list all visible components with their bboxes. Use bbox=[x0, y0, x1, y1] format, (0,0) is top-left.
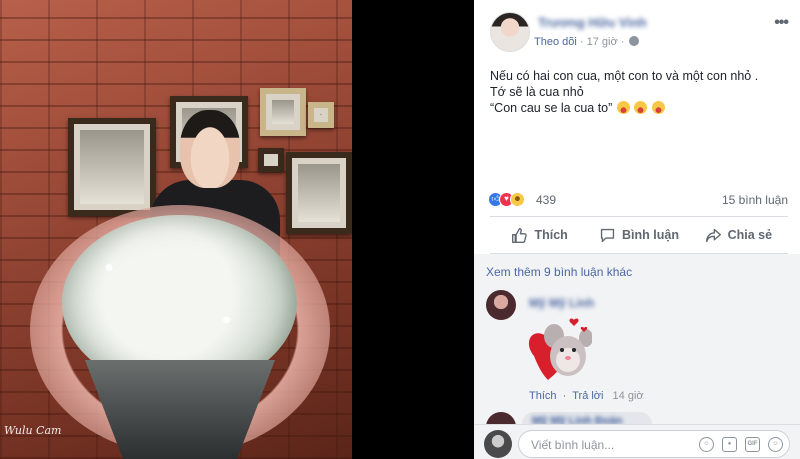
post-line: “Con cau se la cua to” bbox=[490, 100, 790, 116]
viewer-avatar bbox=[484, 430, 512, 458]
post-time[interactable]: 17 giờ bbox=[587, 36, 618, 48]
like-button[interactable]: Thích bbox=[490, 217, 589, 253]
comment-time[interactable]: 14 giờ bbox=[613, 390, 644, 402]
reactions-bar: 👍︎ ♥ ☻ 439 15 bình luận bbox=[488, 190, 788, 210]
wall-frame bbox=[68, 118, 156, 216]
more-icon[interactable]: ••• bbox=[774, 14, 789, 32]
share-button[interactable]: Chia sẻ bbox=[689, 217, 788, 253]
commenter-avatar[interactable] bbox=[486, 290, 516, 320]
like-label: Thích bbox=[534, 228, 568, 242]
wall-frame bbox=[286, 152, 352, 234]
sticker-icon[interactable]: ☺ bbox=[768, 437, 783, 452]
author-avatar[interactable] bbox=[490, 12, 530, 52]
bouquet-wrap-bottom bbox=[85, 360, 275, 459]
commenter-avatar[interactable] bbox=[486, 412, 516, 424]
post-meta: Theo dõi · 17 giờ · bbox=[534, 36, 640, 48]
comment-actions: Thích · Trả lời 14 giờ bbox=[529, 390, 644, 402]
emoji-icon[interactable]: ☺ bbox=[699, 437, 714, 452]
post-panel: Trương Hữu Vinh Theo dõi · 17 giờ · ••• … bbox=[474, 0, 800, 459]
comment-count[interactable]: 15 bình luận bbox=[722, 193, 788, 207]
wall-frame bbox=[258, 148, 284, 172]
post-line-text: “Con cau se la cua to” bbox=[490, 101, 613, 115]
photo-scene: Wulu Cam bbox=[0, 0, 352, 459]
comment-placeholder: Viết bình luận... bbox=[531, 438, 615, 452]
speech-bubble-icon bbox=[600, 228, 615, 242]
commenter-name[interactable]: Mỹ Mỹ Linh Đoàn bbox=[532, 415, 622, 424]
person-head bbox=[180, 110, 240, 188]
globe-icon[interactable] bbox=[629, 36, 640, 46]
comments-section: Xem thêm 9 bình luận khác Mỹ Mỹ Linh Thí… bbox=[474, 254, 800, 424]
post-text: Nếu có hai con cua, một con to và một co… bbox=[490, 68, 790, 116]
post-photo[interactable]: Wulu Cam bbox=[0, 0, 474, 459]
comment-like-link[interactable]: Thích bbox=[529, 390, 557, 402]
comment-button[interactable]: Bình luận bbox=[589, 217, 688, 253]
photo-watermark: Wulu Cam bbox=[4, 424, 62, 437]
follow-link[interactable]: Theo dõi bbox=[534, 36, 577, 48]
author-name[interactable]: Trương Hữu Vinh bbox=[538, 15, 647, 30]
post-line: Tớ sẽ là cua nhỏ bbox=[490, 85, 584, 99]
gif-icon[interactable]: GIF bbox=[745, 437, 760, 452]
wall-frame bbox=[260, 88, 306, 136]
wall-frame bbox=[308, 102, 334, 128]
camera-icon[interactable]: ● bbox=[722, 437, 737, 452]
post-line: Nếu có hai con cua, một con to và một co… bbox=[490, 69, 759, 83]
laughing-tears-emoji-icon bbox=[616, 101, 630, 114]
post-actions: Thích Bình luận Chia sẻ bbox=[490, 216, 788, 254]
comment-input[interactable]: Viết bình luận... ☺ ● GIF ☺ bbox=[518, 430, 790, 458]
meta-separator: · bbox=[620, 36, 625, 48]
post-header: Trương Hữu Vinh Theo dõi · 17 giờ · ••• bbox=[490, 12, 790, 54]
haha-reaction-icon[interactable]: ☻ bbox=[510, 192, 525, 207]
comment-reply-link[interactable]: Trả lời bbox=[572, 390, 603, 402]
comment-label: Bình luận bbox=[622, 228, 679, 242]
meta-separator: · bbox=[559, 390, 570, 402]
laughing-tears-emoji-icon bbox=[634, 101, 648, 114]
share-arrow-icon bbox=[705, 228, 721, 242]
reaction-count[interactable]: 439 bbox=[536, 193, 556, 207]
laughing-tears-emoji-icon bbox=[651, 101, 665, 114]
meta-separator: · bbox=[579, 36, 584, 48]
share-label: Chia sẻ bbox=[727, 228, 773, 242]
view-more-comments-link[interactable]: Xem thêm 9 bình luận khác bbox=[486, 265, 632, 279]
heart-mouse-sticker bbox=[528, 318, 592, 380]
comment-composer: Viết bình luận... ☺ ● GIF ☺ bbox=[474, 424, 800, 459]
thumbs-up-icon bbox=[512, 227, 528, 243]
commenter-name[interactable]: Mỹ Mỹ Linh bbox=[529, 296, 594, 310]
